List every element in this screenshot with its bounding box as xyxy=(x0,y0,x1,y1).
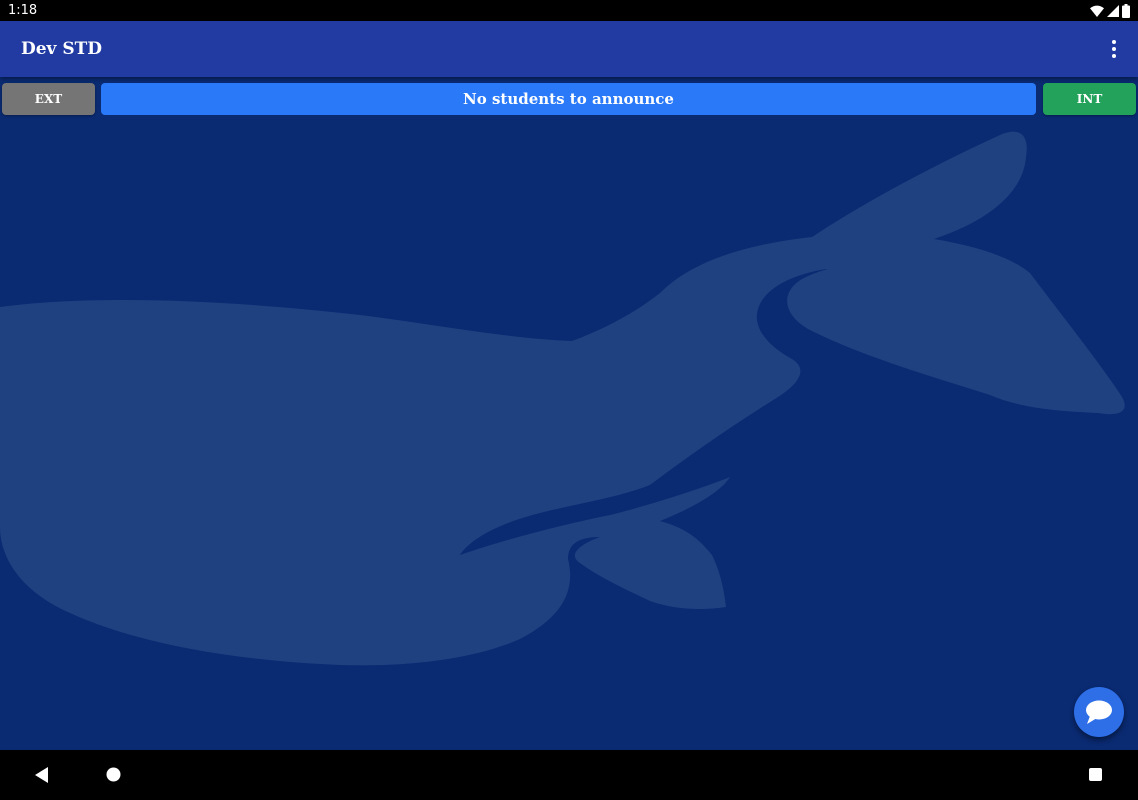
int-button[interactable]: INT xyxy=(1043,83,1136,115)
app-bar: Dev STD xyxy=(0,21,1138,77)
recents-icon[interactable] xyxy=(1088,767,1103,782)
status-time: 1:18 xyxy=(8,3,38,18)
announce-bar[interactable]: No students to announce xyxy=(101,83,1036,115)
battery-icon xyxy=(1122,3,1130,18)
app-title: Dev STD xyxy=(21,39,103,59)
home-icon[interactable] xyxy=(106,767,121,782)
status-bar: 1:18 xyxy=(0,0,1138,21)
app-screen: 1:18 Dev STD EXT No students to announce… xyxy=(0,0,1138,800)
more-vert-icon[interactable] xyxy=(1104,38,1124,60)
back-icon[interactable] xyxy=(33,766,51,784)
status-icons xyxy=(1090,3,1130,18)
chat-button[interactable] xyxy=(1074,687,1124,737)
navigation-bar xyxy=(0,750,1138,800)
wifi-icon xyxy=(1090,5,1104,17)
cellular-icon xyxy=(1107,4,1119,17)
chat-bubble-icon xyxy=(1086,700,1112,724)
whale-logo-icon xyxy=(0,131,1125,666)
main-content: EXT No students to announce INT xyxy=(0,77,1138,750)
ext-button[interactable]: EXT xyxy=(2,83,95,115)
